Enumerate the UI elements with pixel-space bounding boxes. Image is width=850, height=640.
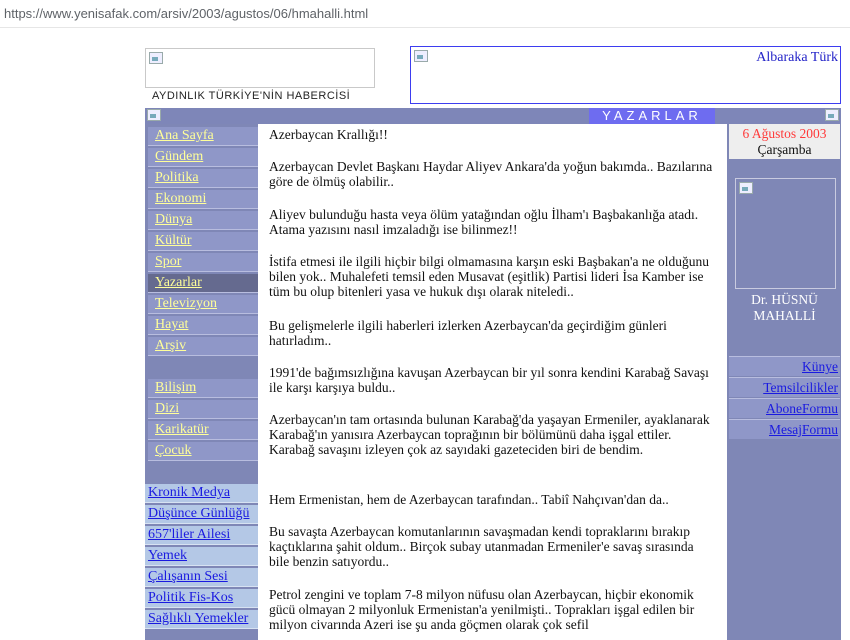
article-paragraph: Bu savaşta Azerbaycan komutanlarının sav… bbox=[269, 524, 694, 569]
nav-saglikli-yemekler[interactable]: Sağlıklı Yemekler bbox=[145, 610, 258, 629]
nav-dizi[interactable]: Dizi bbox=[148, 400, 258, 419]
nav-spor[interactable]: Spor bbox=[148, 253, 258, 272]
nav-bilisim[interactable]: Bilişim bbox=[148, 379, 258, 398]
date-text: 6 Ağustos 2003 bbox=[742, 126, 827, 141]
broken-image-icon bbox=[825, 109, 839, 121]
article-title: Azerbaycan Krallığı!! bbox=[269, 127, 388, 142]
url-text: https://www.yenisafak.com/arsiv/2003/agu… bbox=[4, 6, 369, 21]
nav-calisanin-sesi[interactable]: Çalışanın Sesi bbox=[145, 568, 258, 587]
site-logo[interactable] bbox=[145, 48, 375, 88]
article-paragraph: Azerbaycan'ın tam ortasında bulunan Kara… bbox=[269, 412, 710, 457]
ad-link[interactable]: Albaraka Türk bbox=[756, 50, 838, 66]
nav-hayat[interactable]: Hayat bbox=[148, 316, 258, 335]
article-paragraph: Petrol zengini ve toplam 7-8 milyon nüfu… bbox=[269, 587, 695, 632]
article-paragraph: 1991'de bağımsızlığına kavuşan Azerbayca… bbox=[269, 365, 709, 395]
nav-ekonomi[interactable]: Ekonomi bbox=[148, 190, 258, 209]
nav-cocuk[interactable]: Çocuk bbox=[148, 442, 258, 461]
article-paragraph: Aliyev bulunduğu hasta veya ölüm yatağın… bbox=[269, 207, 699, 237]
date-box: 6 Ağustos 2003 Çarşamba bbox=[729, 124, 840, 159]
nav-dunya[interactable]: Dünya bbox=[148, 211, 258, 230]
author-photo bbox=[735, 178, 836, 289]
link-kunye[interactable]: Künye bbox=[729, 356, 840, 376]
nav-gundem[interactable]: Gündem bbox=[148, 148, 258, 167]
nav-yazarlar[interactable]: Yazarlar bbox=[148, 274, 258, 293]
nav-kronik-medya[interactable]: Kronik Medya bbox=[145, 484, 258, 503]
nav-dusunce-gunlugu[interactable]: Düşünce Günlüğü bbox=[145, 505, 258, 524]
weekday-text: Çarşamba bbox=[757, 142, 812, 157]
link-abone-formu[interactable]: AboneFormu bbox=[729, 398, 840, 418]
nav-kultur[interactable]: Kültür bbox=[148, 232, 258, 251]
nav-ana-sayfa[interactable]: Ana Sayfa bbox=[148, 127, 258, 146]
author-name: Dr. HÜSNÜ MAHALLİ bbox=[751, 292, 818, 323]
nav-politik-fis-kos[interactable]: Politik Fis-Kos bbox=[145, 589, 258, 608]
nav-politika[interactable]: Politika bbox=[148, 169, 258, 188]
article-paragraph: Bu gelişmelerle ilgili haberleri izlerke… bbox=[269, 318, 667, 348]
nav-arsiv[interactable]: Arşiv bbox=[148, 337, 258, 356]
broken-image-icon bbox=[739, 182, 753, 194]
article-paragraph: Hem Ermenistan, hem de Azerbaycan tarafı… bbox=[269, 492, 669, 507]
broken-image-icon bbox=[149, 52, 163, 64]
nav-karikatur[interactable]: Karikatür bbox=[148, 421, 258, 440]
section-bar bbox=[145, 108, 841, 124]
link-mesaj-formu[interactable]: MesajFormu bbox=[729, 419, 840, 439]
nav-657liler-ailesi[interactable]: 657'liler Ailesi bbox=[145, 526, 258, 545]
broken-image-icon bbox=[147, 109, 161, 121]
nav-yemek[interactable]: Yemek bbox=[145, 547, 258, 566]
article-paragraph: İstifa etmesi ile ilgili hiçbir bilgi ol… bbox=[269, 254, 709, 299]
article-paragraph: Azerbaycan Devlet Başkanı Haydar Aliyev … bbox=[269, 159, 713, 189]
nav-televizyon[interactable]: Televizyon bbox=[148, 295, 258, 314]
address-bar[interactable]: https://www.yenisafak.com/arsiv/2003/agu… bbox=[0, 0, 850, 28]
site-tagline: AYDINLIK TÜRKİYE'NİN HABERCİSİ bbox=[152, 90, 351, 102]
section-title: YAZARLAR bbox=[589, 108, 715, 124]
article-body: Azerbaycan Krallığı!! Azerbaycan Devlet … bbox=[260, 124, 725, 640]
broken-image-icon bbox=[414, 50, 428, 62]
ad-banner[interactable]: Albaraka Türk bbox=[410, 46, 841, 104]
link-temsilcilikler[interactable]: Temsilcilikler bbox=[729, 377, 840, 397]
